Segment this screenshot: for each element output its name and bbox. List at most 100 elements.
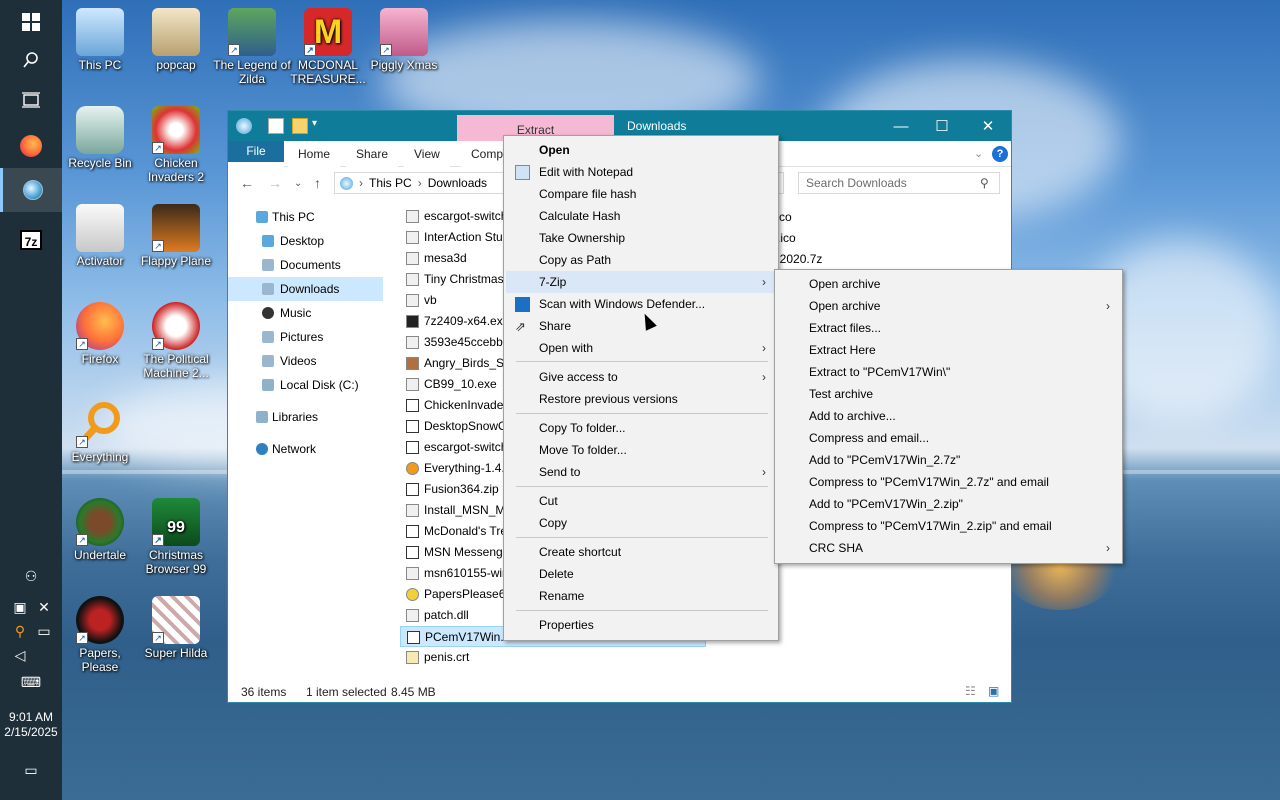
people-icon[interactable]: ⚇ bbox=[21, 566, 41, 586]
desktop-icon-political-machine[interactable]: ↗ The Political Machine 2... bbox=[136, 302, 216, 380]
file-explorer-taskbar-icon[interactable] bbox=[0, 168, 62, 212]
menu-item-properties[interactable]: Properties bbox=[506, 614, 776, 636]
tab-file[interactable]: File bbox=[228, 141, 284, 162]
desktop-icon-flappy-plane[interactable]: ↗ Flappy Plane bbox=[136, 204, 216, 268]
clock[interactable]: 9:01 AM 2/15/2025 bbox=[0, 710, 62, 740]
search-icon[interactable] bbox=[0, 38, 62, 82]
close-button[interactable]: ✕ bbox=[965, 111, 1011, 141]
help-icon[interactable]: ? bbox=[992, 146, 1008, 162]
volume-muted-icon[interactable]: ◁ bbox=[10, 645, 30, 665]
network-error-icon[interactable]: ✕ bbox=[34, 597, 54, 617]
menu-item-scan-defender[interactable]: Scan with Windows Defender... bbox=[506, 293, 776, 315]
nav-pictures[interactable]: Pictures bbox=[228, 325, 383, 349]
firefox-taskbar-icon[interactable] bbox=[0, 124, 62, 168]
explorer-app-icon[interactable] bbox=[236, 118, 252, 134]
new-folder-icon[interactable] bbox=[292, 118, 308, 134]
nav-this-pc[interactable]: This PC bbox=[228, 205, 383, 229]
nav-downloads[interactable]: Downloads bbox=[228, 277, 383, 301]
desktop-icon-mcdonal-treasure[interactable]: M ↗ MCDONAL TREASURE... bbox=[288, 8, 368, 86]
submenu-item-crc-sha[interactable]: CRC SHA › bbox=[777, 537, 1120, 559]
file-name: ChickenInvader bbox=[424, 398, 508, 412]
submenu-item-extract-to[interactable]: Extract to "PCemV17Win\" bbox=[777, 361, 1120, 383]
desktop-icon-undertale[interactable]: ↗ Undertale bbox=[60, 498, 140, 562]
nav-videos[interactable]: Videos bbox=[228, 349, 383, 373]
desktop-icon-popcap[interactable]: popcap bbox=[136, 8, 216, 72]
desktop-icon-papers-please[interactable]: ↗ Papers, Please bbox=[60, 596, 140, 674]
submenu-item-open-archive-with[interactable]: Open archive › bbox=[777, 295, 1120, 317]
desktop-icon-activator[interactable]: Activator bbox=[60, 204, 140, 268]
nav-local-disk[interactable]: Local Disk (C:) bbox=[228, 373, 383, 397]
recent-locations-button[interactable]: ⌄ bbox=[294, 178, 302, 189]
nav-documents[interactable]: Documents bbox=[228, 253, 383, 277]
notification-icon[interactable]: ▭ bbox=[21, 760, 41, 780]
submenu-item-test-archive[interactable]: Test archive bbox=[777, 383, 1120, 405]
forward-button[interactable]: → bbox=[268, 175, 282, 191]
menu-label: Copy as Path bbox=[539, 253, 612, 267]
submenu-item-extract-here[interactable]: Extract Here bbox=[777, 339, 1120, 361]
security-icon[interactable]: ▣ bbox=[10, 597, 30, 617]
chevron-down-icon[interactable]: ▾ bbox=[312, 118, 328, 134]
breadcrumb-downloads[interactable]: Downloads bbox=[428, 176, 487, 190]
submenu-item-add-to-zip[interactable]: Add to "PCemV17Win_2.zip" bbox=[777, 493, 1120, 515]
desktop-icon-chicken-invaders[interactable]: ↗ Chicken Invaders 2 bbox=[136, 106, 216, 184]
tab-share[interactable]: Share bbox=[346, 141, 399, 167]
menu-item-copy-to-folder[interactable]: Copy To folder... bbox=[506, 417, 776, 439]
menu-item-create-shortcut[interactable]: Create shortcut bbox=[506, 541, 776, 563]
menu-item-take-ownership[interactable]: Take Ownership bbox=[506, 227, 776, 249]
menu-item-restore-previous[interactable]: Restore previous versions bbox=[506, 388, 776, 410]
submenu-item-compress-email[interactable]: Compress and email... bbox=[777, 427, 1120, 449]
menu-item-open-with[interactable]: Open with › bbox=[506, 337, 776, 359]
keyboard-icon[interactable]: ⌨ bbox=[19, 672, 43, 692]
menu-item-open[interactable]: Open bbox=[506, 139, 776, 161]
display-icon[interactable]: ▭ bbox=[34, 621, 54, 641]
submenu-item-add-to-archive[interactable]: Add to archive... bbox=[777, 405, 1120, 427]
nav-desktop[interactable]: Desktop bbox=[228, 229, 383, 253]
search-input[interactable]: Search Downloads bbox=[798, 172, 1000, 194]
menu-item-copy[interactable]: Copy bbox=[506, 512, 776, 534]
menu-item-move-to-folder[interactable]: Move To folder... bbox=[506, 439, 776, 461]
nav-libraries[interactable]: Libraries bbox=[228, 405, 383, 429]
tab-home[interactable]: Home bbox=[288, 141, 341, 167]
file-name: mesa3d bbox=[424, 251, 467, 265]
desktop-icon-recycle-bin[interactable]: Recycle Bin bbox=[60, 106, 140, 170]
submenu-item-compress-zip-email[interactable]: Compress to "PCemV17Win_2.zip" and email bbox=[777, 515, 1120, 537]
large-icons-view-icon[interactable]: ▣ bbox=[988, 684, 999, 698]
desktop-icon-super-hilda[interactable]: ↗ Super Hilda bbox=[136, 596, 216, 660]
everything-tray-icon[interactable]: ⚲ bbox=[10, 621, 30, 641]
properties-icon[interactable] bbox=[268, 118, 284, 134]
7zip-taskbar-icon[interactable]: 7z bbox=[0, 218, 62, 262]
desktop-icon-legend-of-zilda[interactable]: ↗ The Legend of Zilda bbox=[212, 8, 292, 86]
desktop-icon-christmas-browser[interactable]: 99 ↗ Christmas Browser 99 bbox=[136, 498, 216, 576]
menu-item-7zip[interactable]: 7-Zip › bbox=[506, 271, 776, 293]
desktop-icon-everything[interactable]: ↗ Everything bbox=[60, 400, 140, 464]
menu-item-delete[interactable]: Delete bbox=[506, 563, 776, 585]
breadcrumb-this-pc[interactable]: This PC bbox=[369, 176, 412, 190]
desktop-icon-piggly-xmas[interactable]: ↗ Piggly Xmas bbox=[364, 8, 444, 72]
menu-item-edit-with-notepad[interactable]: Edit with Notepad bbox=[506, 161, 776, 183]
desktop-icon-this-pc[interactable]: This PC bbox=[60, 8, 140, 72]
details-view-icon[interactable]: ☷ bbox=[965, 684, 976, 698]
nav-network[interactable]: Network bbox=[228, 437, 383, 461]
maximize-button[interactable]: ☐ bbox=[919, 111, 965, 141]
submenu-item-compress-7z-email[interactable]: Compress to "PCemV17Win_2.7z" and email bbox=[777, 471, 1120, 493]
submenu-item-add-to-7z[interactable]: Add to "PCemV17Win_2.7z" bbox=[777, 449, 1120, 471]
submenu-item-open-archive[interactable]: Open archive bbox=[777, 273, 1120, 295]
ribbon-expand-icon[interactable]: ⌄ bbox=[974, 147, 983, 160]
menu-item-cut[interactable]: Cut bbox=[506, 490, 776, 512]
desktop-icon-firefox[interactable]: ↗ Firefox bbox=[60, 302, 140, 366]
back-button[interactable]: ← bbox=[240, 175, 254, 191]
nav-music[interactable]: Music bbox=[228, 301, 383, 325]
task-view-icon[interactable] bbox=[0, 78, 62, 122]
menu-item-compare-file-hash[interactable]: Compare file hash bbox=[506, 183, 776, 205]
submenu-item-extract-files[interactable]: Extract files... bbox=[777, 317, 1120, 339]
menu-item-rename[interactable]: Rename bbox=[506, 585, 776, 607]
tab-view[interactable]: View bbox=[404, 141, 450, 167]
menu-item-give-access[interactable]: Give access to › bbox=[506, 366, 776, 388]
menu-label: Add to "PCemV17Win_2.7z" bbox=[809, 453, 961, 467]
up-button[interactable]: ↑ bbox=[314, 175, 321, 191]
menu-item-send-to[interactable]: Send to › bbox=[506, 461, 776, 483]
menu-item-copy-as-path[interactable]: Copy as Path bbox=[506, 249, 776, 271]
list-item[interactable]: penis.crt bbox=[400, 647, 730, 668]
minimize-button[interactable]: — bbox=[878, 111, 924, 141]
menu-item-calculate-hash[interactable]: Calculate Hash bbox=[506, 205, 776, 227]
